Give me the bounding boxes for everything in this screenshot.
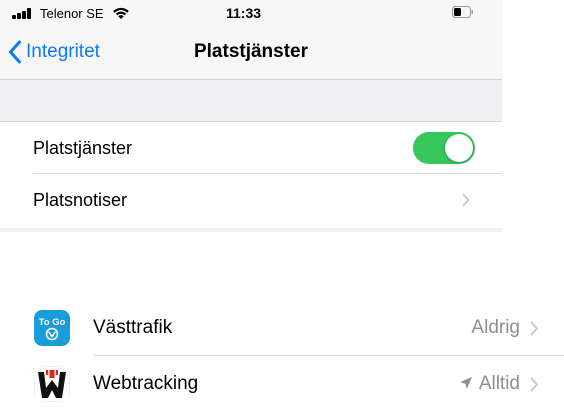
- app-location-status: Alltid: [478, 373, 520, 394]
- chevron-right-icon: [530, 321, 538, 336]
- app-icon-text: To Go: [39, 317, 66, 328]
- page-title-text: Platstjänster: [193, 41, 309, 62]
- settings-screen: Telenor SE 11:33 Integritet Platstjänste…: [0, 0, 502, 232]
- location-services-toggle[interactable]: [413, 132, 475, 164]
- row-label: Platstjänster: [33, 138, 133, 158]
- battery-icon: [452, 6, 473, 18]
- webtracking-app-icon: [34, 366, 70, 402]
- status-bar: Telenor SE 11:33: [0, 0, 502, 26]
- carrier-name: Telenor SE: [40, 6, 104, 21]
- app-row-webtracking[interactable]: Webtracking Alltid: [0, 358, 564, 410]
- app-name: Västtrafik: [93, 317, 173, 338]
- location-arrow-icon: [459, 377, 472, 389]
- status-time: 11:33: [226, 5, 262, 21]
- wifi-icon: [113, 7, 129, 19]
- list-divider: [93, 355, 564, 356]
- settings-row-location-services: Platstjänster: [0, 122, 502, 174]
- section-spacer: [0, 80, 502, 122]
- settings-group: Platstjänster Platsnotiser: [0, 122, 502, 228]
- toggle-knob: [445, 134, 473, 162]
- app-location-status: Aldrig: [471, 317, 520, 338]
- cellular-signal-icon: [12, 8, 36, 19]
- app-row-vasttrafik[interactable]: To Go Västtrafik Aldrig: [0, 302, 564, 354]
- chevron-right-icon: [530, 377, 538, 392]
- app-name: Webtracking: [93, 373, 199, 394]
- navigation-bar: Integritet Platstjänster: [0, 26, 502, 80]
- section-spacer: [0, 228, 502, 232]
- vasttrafik-app-icon: To Go: [34, 310, 70, 346]
- settings-row-location-alerts[interactable]: Platsnotiser: [0, 174, 502, 226]
- row-label: Platsnotiser: [33, 190, 128, 210]
- chevron-right-icon: [462, 193, 470, 207]
- app-location-status-group: Alltid: [459, 372, 520, 396]
- page-title: Platstjänster: [0, 40, 502, 64]
